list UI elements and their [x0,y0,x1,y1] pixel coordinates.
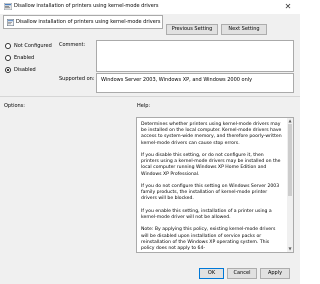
scroll-down-icon[interactable]: ▼ [288,247,292,251]
title-bar: Disallow installation of printers using … [0,0,300,14]
options-label: Options: [4,103,25,109]
policy-dialog-window: Disallow installation of printers using … [0,0,300,284]
supported-on-box: Windows Server 2003, Windows XP, and Win… [96,73,294,93]
policy-name-box: Disallow installation of printers using … [3,15,163,29]
policy-name: Disallow installation of printers using … [16,19,161,25]
apply-button[interactable]: Apply [260,268,290,279]
scroll-up-icon[interactable]: ▲ [288,119,292,123]
radio-enabled[interactable]: Enabled [5,54,34,62]
supported-on-value: Windows Server 2003, Windows XP, and Win… [101,77,253,83]
radio-not-configured-indicator[interactable] [5,43,11,49]
cancel-button[interactable]: Cancel [227,268,257,279]
radio-enabled-indicator[interactable] [5,55,11,61]
radio-not-configured-label: Not Configured [14,43,52,49]
help-text: Determines whether printers using kernel… [141,122,283,252]
radio-enabled-label: Enabled [14,55,35,61]
comment-textarea[interactable] [96,40,294,72]
radio-disabled[interactable]: Disabled [5,66,36,74]
help-paragraph: If you enable this setting, installation… [141,208,272,220]
previous-setting-button[interactable]: Previous Setting [166,24,218,35]
section-divider [0,96,300,97]
help-label: Help: [137,103,151,109]
window-title: Disallow installation of printers using … [14,3,159,9]
help-paragraph: Determines whether printers using kernel… [141,122,282,146]
radio-not-configured[interactable]: Not Configured [5,42,52,50]
radio-disabled-indicator[interactable] [5,67,11,73]
comment-label: Comment: [59,42,86,48]
help-paragraph: If you disable this setting, or do not c… [141,153,281,177]
supported-on-label: Supported on: [59,76,95,82]
radio-disabled-label: Disabled [14,67,36,73]
policy-app-icon [3,2,13,11]
help-text-pane[interactable]: Determines whether printers using kernel… [136,117,294,253]
help-paragraph: If you do not configure this setting on … [141,184,280,202]
next-setting-button[interactable]: Next Setting [221,24,267,35]
policy-setting-icon [7,19,15,27]
help-paragraph: Note: By applying this policy, existing … [141,227,276,251]
ok-button[interactable]: OK [199,268,224,279]
help-scrollbar[interactable]: ▲ ▼ [287,118,293,252]
scroll-thumb[interactable] [288,124,292,196]
close-icon[interactable]: ✕ [282,1,294,12]
